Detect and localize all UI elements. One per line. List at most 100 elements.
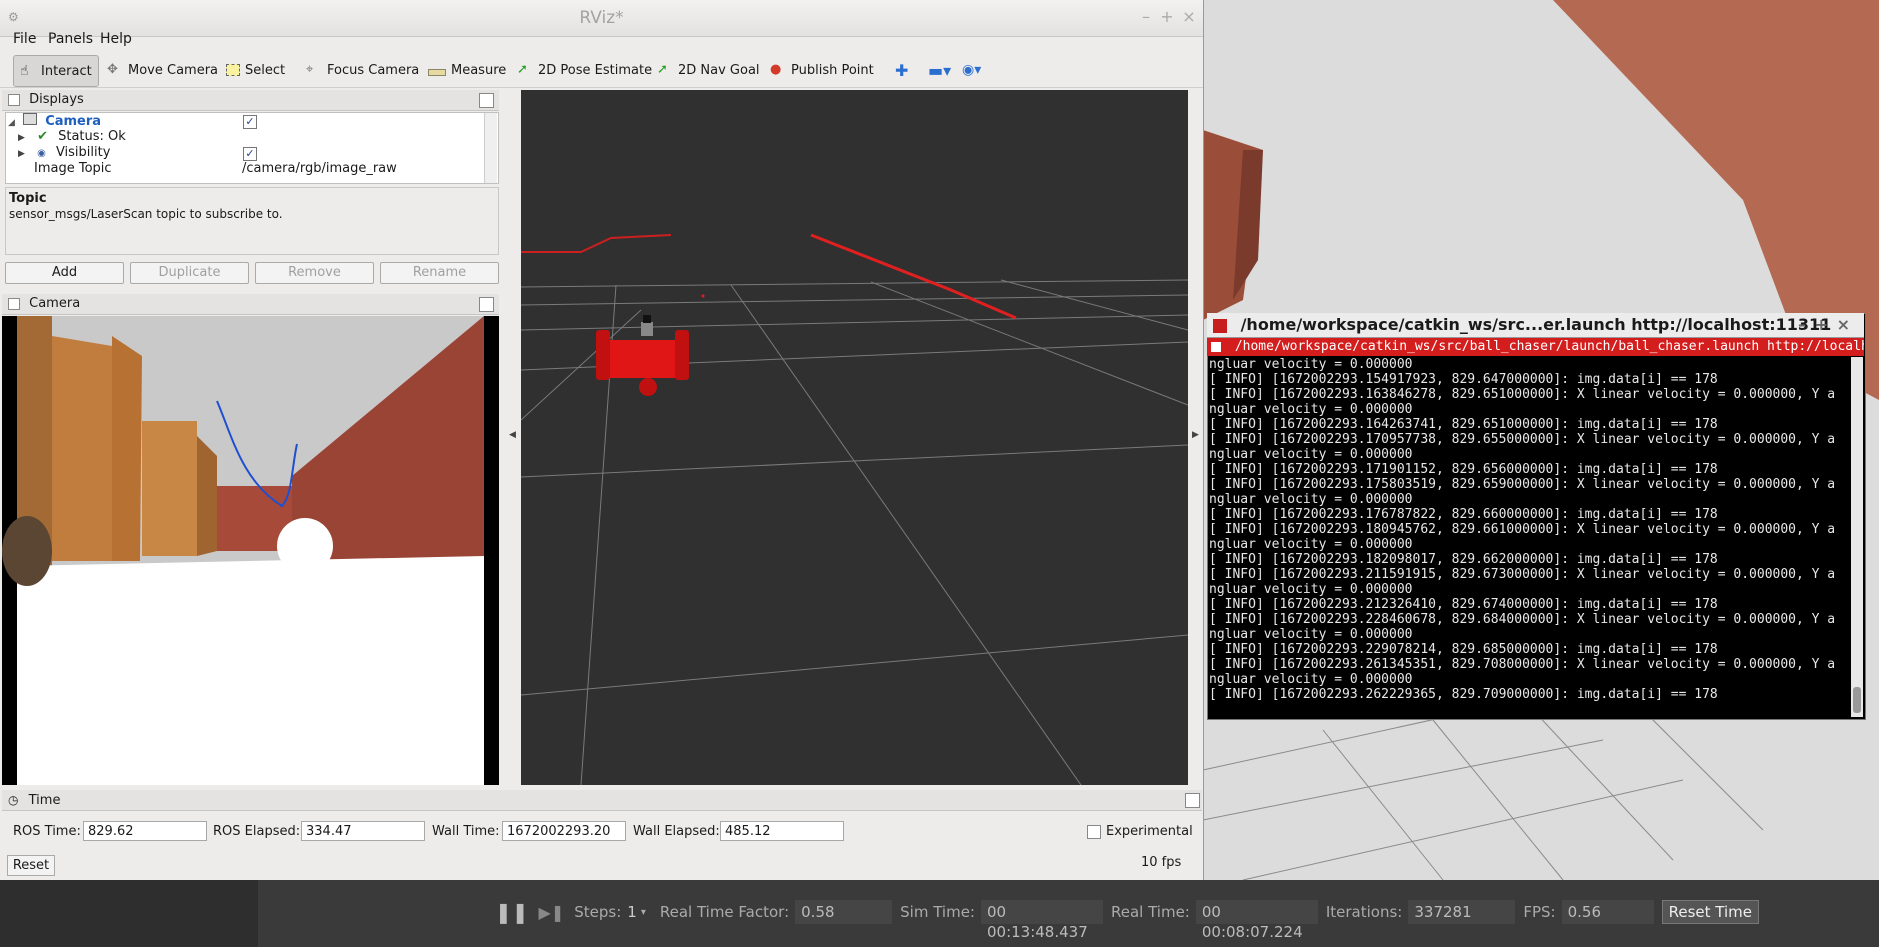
- terminal-scrollbar[interactable]: [1851, 357, 1863, 717]
- ruler-icon: [428, 68, 446, 76]
- tree-row-camera[interactable]: ◢ Camera: [8, 113, 101, 129]
- pose-estimate-tool[interactable]: ➚ 2D Pose Estimate: [517, 55, 652, 85]
- iterations-value: 337281: [1408, 900, 1516, 924]
- camera-panel-close-button[interactable]: [479, 297, 494, 312]
- check-icon: ✔: [37, 129, 48, 144]
- rename-button[interactable]: Rename: [380, 262, 499, 284]
- terminal-line: [ INFO] [1672002293.176787822, 829.66000…: [1209, 507, 1718, 522]
- terminal-line: [ INFO] [1672002293.154917923, 829.64700…: [1209, 372, 1718, 387]
- terminal-line: [ INFO] [1672002293.228460678, 829.68400…: [1209, 612, 1836, 627]
- panel-icon: [8, 93, 20, 106]
- app-icon: ⚙: [8, 10, 19, 24]
- eye-icon: ◉: [37, 148, 46, 159]
- minimize-icon[interactable]: –: [1137, 8, 1155, 26]
- terminal-title-bar: /home/workspace/catkin_ws/src...er.launc…: [1207, 313, 1864, 338]
- wall-time-field[interactable]: 1672002293.20: [502, 821, 626, 841]
- reset-button[interactable]: Reset: [7, 855, 55, 876]
- steps-label: Steps:: [574, 903, 622, 921]
- ros-elapsed-field[interactable]: 334.47: [301, 821, 425, 841]
- terminal-line: ngluar velocity = 0.000000: [1209, 582, 1413, 597]
- focus-camera-tool[interactable]: ⌖ Focus Camera: [306, 55, 419, 85]
- visibility-label: Visibility: [55, 145, 111, 160]
- move-camera-tool[interactable]: ✥ Move Camera: [107, 55, 218, 85]
- map-pin-icon: ●: [770, 62, 782, 77]
- tree-row-status[interactable]: ▶ ✔ Status: Ok: [18, 129, 126, 145]
- wall-time-label: Wall Time:: [432, 824, 500, 839]
- clock-icon: ◷: [8, 793, 19, 807]
- publish-point-tool[interactable]: ● Publish Point: [770, 55, 874, 85]
- select-icon: [226, 64, 240, 76]
- terminal-title: /home/workspace/catkin_ws/src...er.launc…: [1240, 315, 1832, 334]
- terminal-minimize-icon[interactable]: –: [1798, 313, 1806, 337]
- move-camera-label: Move Camera: [128, 62, 219, 78]
- wall-elapsed-field[interactable]: 485.12: [720, 821, 844, 841]
- window-title: RViz*: [579, 8, 624, 28]
- step-icon[interactable]: ▶❚: [539, 903, 565, 922]
- steps-arrow-icon[interactable]: ▾: [641, 907, 646, 918]
- terminal-line: ngluar velocity = 0.000000: [1209, 672, 1413, 687]
- terminal-line: ngluar velocity = 0.000000: [1209, 447, 1413, 462]
- measure-tool[interactable]: Measure: [428, 55, 506, 85]
- description-title: Topic: [9, 191, 47, 206]
- menu-file[interactable]: File: [13, 31, 36, 47]
- terminal-line: [ INFO] [1672002293.175803519, 829.65900…: [1209, 477, 1836, 492]
- steps-value[interactable]: 1: [627, 903, 637, 921]
- visibility-checkbox[interactable]: ✓: [243, 147, 257, 161]
- interact-tool[interactable]: ☝ Interact: [13, 55, 99, 87]
- camera-enable-checkbox[interactable]: ✓: [243, 115, 257, 129]
- displays-tree: ◢ Camera ✓ ▶ ✔ Status: Ok ▶ ◉ Visibility…: [5, 112, 499, 184]
- terminal-tab[interactable]: /home/workspace/catkin_ws/src/ball_chase…: [1207, 338, 1864, 356]
- pause-icon[interactable]: ❚❚: [495, 900, 529, 924]
- tree-row-visibility[interactable]: ▶ ◉ Visibility: [18, 145, 110, 161]
- add-button[interactable]: Add: [5, 262, 124, 284]
- terminal-close-icon[interactable]: ×: [1837, 313, 1850, 337]
- tree-scrollbar[interactable]: [484, 113, 497, 183]
- measure-label: Measure: [451, 62, 507, 78]
- duplicate-button[interactable]: Duplicate: [130, 262, 249, 284]
- fps-value: 0.56: [1561, 900, 1654, 924]
- terminal-output[interactable]: ngluar velocity = 0.000000[ INFO] [16720…: [1209, 357, 1849, 717]
- terminal-line: [ INFO] [1672002293.211591915, 829.67300…: [1209, 567, 1836, 582]
- real-time-value: 00 00:08:07.224: [1195, 900, 1318, 941]
- terminal-maximize-icon[interactable]: +: [1815, 313, 1828, 337]
- time-panel-title: Time: [28, 793, 61, 808]
- reset-time-button[interactable]: Reset Time: [1661, 900, 1759, 924]
- experimental-label: Experimental: [1106, 824, 1193, 839]
- displays-close-button[interactable]: [479, 93, 494, 108]
- property-description: Topic sensor_msgs/LaserScan topic to sub…: [5, 187, 499, 255]
- move-camera-icon: ✥: [107, 62, 118, 77]
- right-splitter-arrow-icon[interactable]: ▶: [1192, 430, 1199, 440]
- remove-button[interactable]: Remove: [255, 262, 374, 284]
- terminal-tab-label: /home/workspace/catkin_ws/src/ball_chase…: [1234, 339, 1864, 354]
- 3d-viewport[interactable]: [521, 90, 1188, 785]
- 3d-scene: [521, 90, 1188, 785]
- ros-time-label: ROS Time:: [13, 824, 81, 839]
- expand-arrow-icon[interactable]: ▶: [18, 149, 25, 159]
- experimental-checkbox[interactable]: [1087, 825, 1101, 839]
- menu-help[interactable]: Help: [100, 31, 132, 47]
- image-topic-value[interactable]: /camera/rgb/image_raw: [242, 161, 397, 177]
- terminal-scroll-thumb[interactable]: [1853, 687, 1861, 713]
- select-tool[interactable]: Select: [226, 55, 285, 85]
- ros-time-field[interactable]: 829.62: [83, 821, 207, 841]
- wall-elapsed-label: Wall Elapsed:: [633, 824, 720, 839]
- add-tool-icon[interactable]: ✚: [895, 55, 908, 85]
- time-panel-header: ◷ Time: [2, 790, 1202, 811]
- nav-goal-tool[interactable]: ➚ 2D Nav Goal: [657, 55, 760, 85]
- sim-time-value: 00 00:13:48.437: [980, 900, 1103, 941]
- left-splitter-arrow-icon[interactable]: ◀: [509, 430, 516, 440]
- nav-goal-label: 2D Nav Goal: [678, 62, 760, 78]
- maximize-icon[interactable]: +: [1158, 8, 1176, 26]
- close-icon[interactable]: ×: [1180, 8, 1198, 26]
- expand-arrow-icon[interactable]: ▶: [18, 133, 25, 143]
- panel-icon: [8, 297, 20, 310]
- view-icon[interactable]: ◉▾: [962, 55, 981, 85]
- camera-display-label: Camera: [45, 114, 102, 129]
- remove-tool-icon[interactable]: ▬▾: [928, 55, 951, 85]
- time-panel-close-button[interactable]: [1185, 793, 1200, 808]
- collapse-arrow-icon[interactable]: ◢: [8, 118, 15, 128]
- terminal-line: ngluar velocity = 0.000000: [1209, 537, 1413, 552]
- terminal-line: [ INFO] [1672002293.170957738, 829.65500…: [1209, 432, 1836, 447]
- camera-panel-header: Camera: [2, 294, 499, 315]
- menu-panels[interactable]: Panels: [48, 31, 93, 47]
